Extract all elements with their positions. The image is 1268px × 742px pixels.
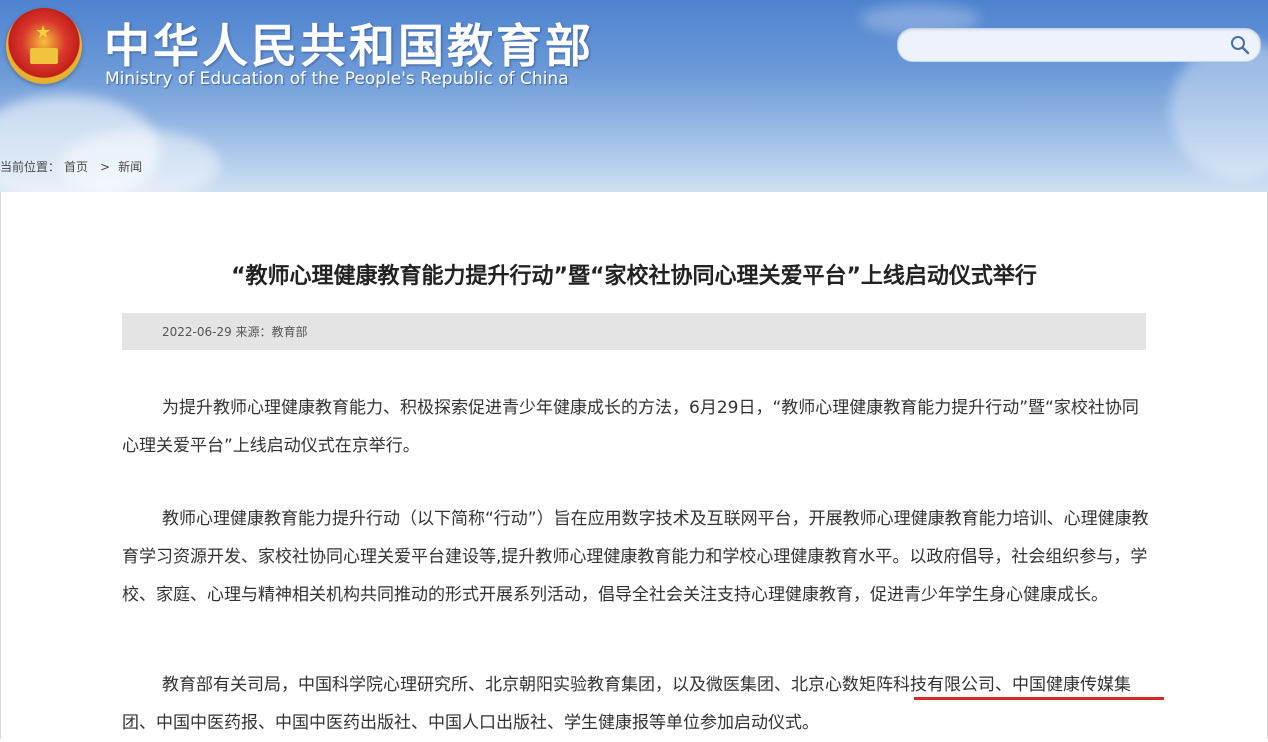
star-icon: ★ — [35, 22, 52, 43]
article-title: “教师心理健康教育能力提升行动”暨“家校社协同心理关爱平台”上线启动仪式举行 — [231, 264, 1037, 289]
site-title[interactable]: 中华人民共和国教育部 — [104, 10, 594, 76]
article-meta-bar: 2022-06-29 来源：教育部 — [122, 313, 1146, 350]
search-icon[interactable] — [1230, 35, 1250, 55]
article-meta: 2022-06-29 来源：教育部 — [162, 325, 308, 339]
article-paragraph: 为提升教师心理健康教育能力、积极探索促进青少年健康成长的方法，6月29日，“教师… — [122, 398, 1139, 456]
article-paragraph: 教育部有关司局，中国科学院心理研究所、北京朝阳实验教育集团，以及微医集团、北京心… — [122, 675, 1131, 733]
search-input[interactable] — [912, 35, 1216, 57]
breadcrumb-separator: > — [100, 160, 111, 174]
site-subtitle: Ministry of Education of the People's Re… — [105, 69, 569, 89]
national-emblem-logo[interactable]: ★ — [6, 8, 82, 84]
search-box[interactable] — [897, 28, 1261, 62]
breadcrumb: 当前位置： 首页 > 新闻 — [0, 158, 146, 178]
article-paragraph: 教师心理健康教育能力提升行动（以下简称“行动”）旨在应用数字技术及互联网平台，开… — [122, 509, 1149, 605]
breadcrumb-item-home[interactable]: 首页 — [64, 160, 88, 174]
site-header: ★ 中华人民共和国教育部 Ministry of Education of th… — [0, 0, 1268, 192]
tiananmen-gate-icon — [30, 48, 58, 64]
breadcrumb-item-news[interactable]: 新闻 — [118, 160, 142, 174]
highlight-underline — [914, 697, 1164, 700]
breadcrumb-label: 当前位置： — [0, 160, 61, 174]
